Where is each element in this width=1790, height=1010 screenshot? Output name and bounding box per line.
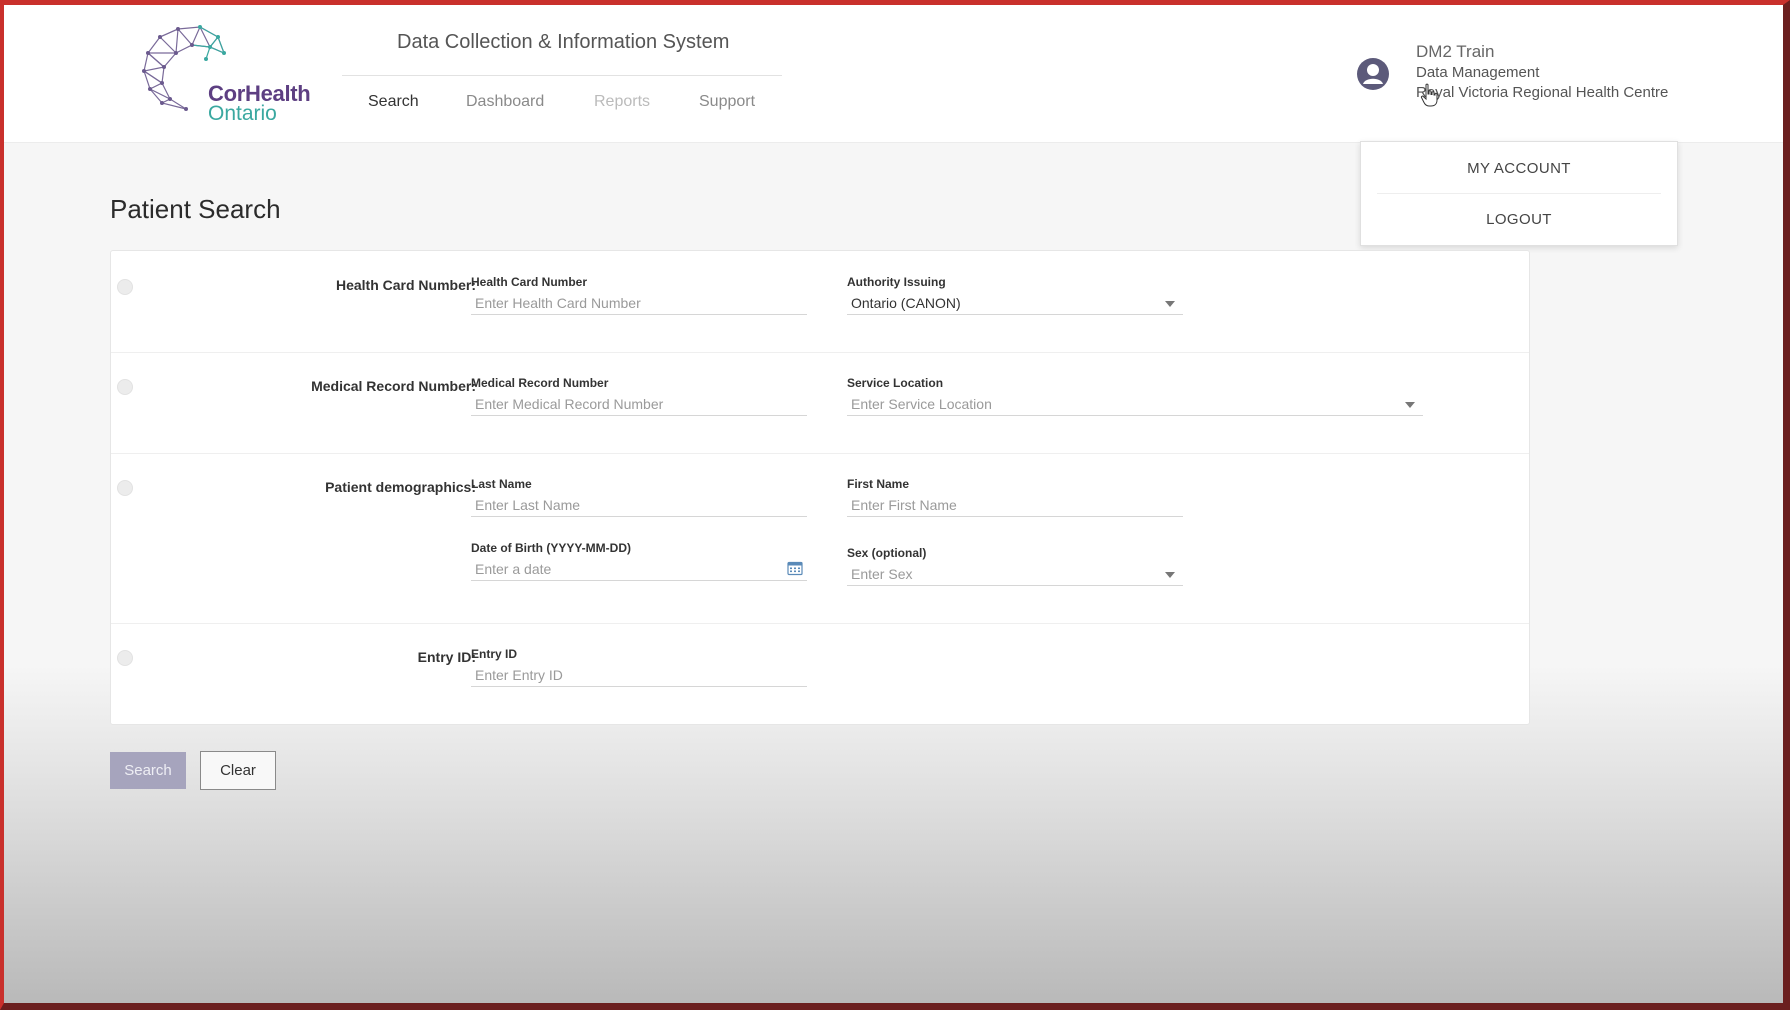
dob-placeholder: Enter a date [475, 561, 552, 577]
app-window: CorHealth Ontario Data Collection & Info… [0, 0, 1790, 1010]
nav-support[interactable]: Support [699, 93, 755, 111]
sex-label: Sex (optional) [847, 546, 927, 560]
entry-id-input[interactable]: Enter Entry ID [471, 665, 807, 687]
chevron-down-icon[interactable] [1165, 572, 1175, 578]
section-divider [111, 453, 1529, 454]
user-name[interactable]: DM2 Train [1416, 42, 1494, 62]
health-card-number-input[interactable]: Enter Health Card Number [471, 293, 807, 315]
authority-issuing-value: Ontario (CANON) [851, 295, 961, 311]
user-circle-icon[interactable] [1356, 57, 1390, 91]
corhealth-logo[interactable]: CorHealth Ontario [140, 23, 320, 127]
sex-select[interactable]: Enter Sex [847, 564, 1183, 586]
user-role: Data Management [1416, 64, 1540, 81]
last-name-label: Last Name [471, 477, 532, 491]
chevron-down-icon[interactable] [1405, 402, 1415, 408]
demographics-radio[interactable] [117, 480, 133, 496]
user-organization: Royal Victoria Regional Health Centre [1416, 84, 1669, 101]
entry-id-row-label: Entry ID: [417, 649, 476, 665]
nav-search[interactable]: Search [368, 93, 419, 111]
system-title: Data Collection & Information System [397, 31, 730, 53]
section-divider [111, 352, 1529, 353]
dob-label: Date of Birth (YYYY-MM-DD) [471, 541, 631, 555]
chevron-down-icon[interactable] [1165, 301, 1175, 307]
calendar-icon[interactable] [787, 560, 803, 576]
nav-reports[interactable]: Reports [594, 93, 650, 111]
menu-item-my-account[interactable]: MY ACCOUNT [1361, 160, 1677, 177]
patient-search-form: Health Card Number: Health Card Number E… [110, 250, 1530, 725]
dob-input[interactable]: Enter a date [471, 559, 807, 581]
clear-button[interactable]: Clear [200, 751, 276, 790]
medical-record-row-label: Medical Record Number: [311, 378, 476, 394]
title-divider [342, 75, 782, 76]
sex-placeholder: Enter Sex [851, 566, 913, 582]
service-location-select[interactable]: Enter Service Location [847, 394, 1423, 416]
first-name-label: First Name [847, 477, 910, 491]
menu-item-logout[interactable]: LOGOUT [1361, 211, 1677, 228]
medical-record-radio[interactable] [117, 379, 133, 395]
health-card-radio[interactable] [117, 279, 133, 295]
health-card-number-label: Health Card Number [471, 275, 588, 289]
service-location-placeholder: Enter Service Location [851, 396, 992, 412]
medical-record-number-input[interactable]: Enter Medical Record Number [471, 394, 807, 416]
last-name-input[interactable]: Enter Last Name [471, 495, 807, 517]
section-divider [111, 623, 1529, 624]
page-title: Patient Search [110, 194, 281, 224]
service-location-label: Service Location [847, 376, 944, 390]
search-button[interactable]: Search [110, 752, 186, 789]
demographics-row-label: Patient demographics: [325, 479, 476, 495]
account-dropdown-menu: MY ACCOUNT LOGOUT [1360, 141, 1678, 246]
first-name-input[interactable]: Enter First Name [847, 495, 1183, 517]
hand-pointer-icon [1420, 83, 1438, 107]
entry-id-label: Entry ID [471, 647, 518, 661]
medical-record-number-label: Medical Record Number [471, 376, 609, 390]
entry-id-radio[interactable] [117, 650, 133, 666]
authority-issuing-select[interactable]: Ontario (CANON) [847, 293, 1183, 315]
header: CorHealth Ontario Data Collection & Info… [4, 5, 1783, 143]
authority-issuing-label: Authority Issuing [847, 275, 946, 289]
brand-region: Ontario [208, 102, 277, 125]
menu-divider [1377, 193, 1661, 194]
nav-dashboard[interactable]: Dashboard [466, 93, 544, 111]
health-card-row-label: Health Card Number: [335, 277, 476, 293]
